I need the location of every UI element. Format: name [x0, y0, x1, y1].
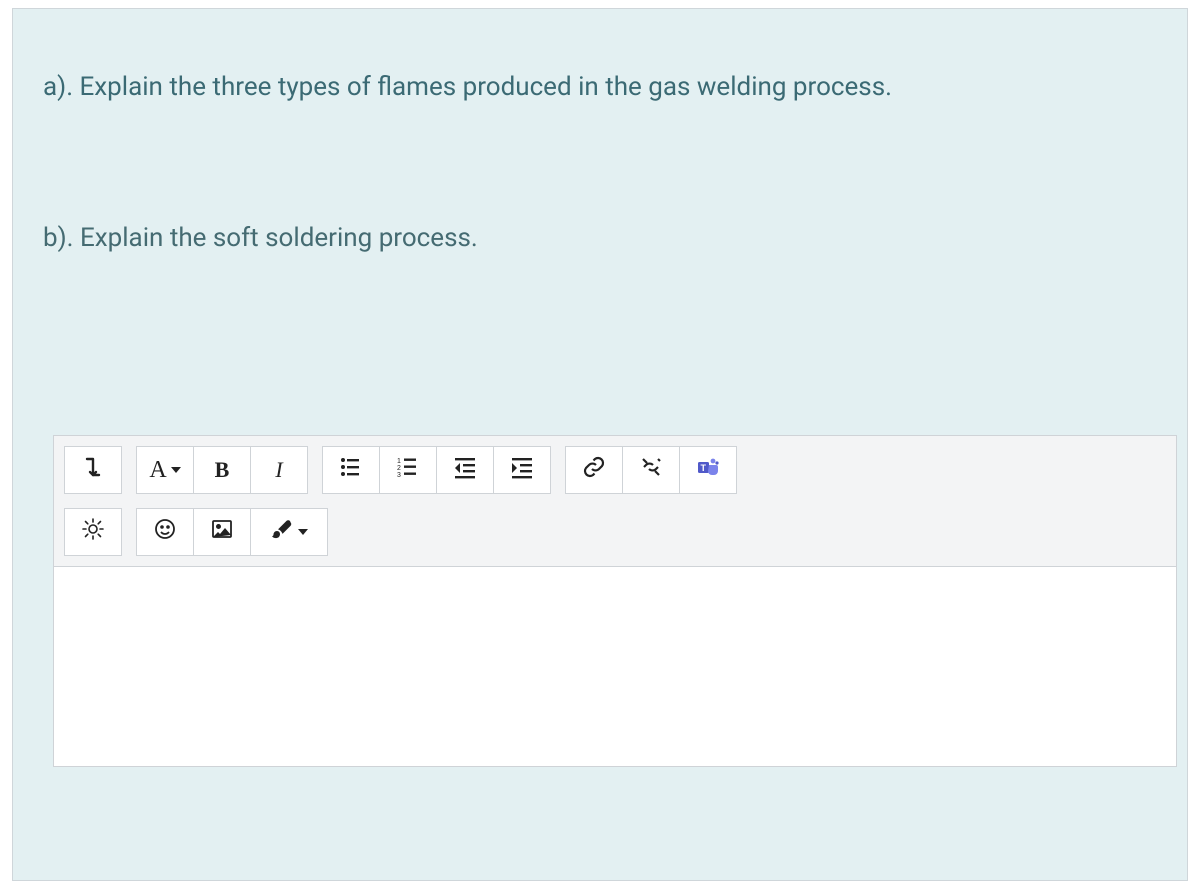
toolbar-row-1: A B I — [64, 446, 1166, 494]
image-icon — [210, 517, 234, 547]
number-list-button[interactable]: 1 2 3 — [379, 446, 437, 494]
font-color-label: A — [149, 457, 166, 484]
bold-button[interactable]: B — [193, 446, 251, 494]
link-icon — [582, 455, 606, 485]
font-color-button[interactable]: A — [136, 446, 194, 494]
expand-toolbar-button[interactable] — [64, 446, 122, 494]
teams-icon: T — [696, 455, 720, 485]
editor-content-area[interactable] — [53, 567, 1177, 767]
remove-link-button[interactable] — [622, 446, 680, 494]
editor-toolbar: A B I — [53, 435, 1177, 567]
teams-button[interactable]: T — [679, 446, 737, 494]
math-button[interactable] — [64, 508, 122, 556]
italic-label: I — [275, 457, 282, 483]
question-text-area: a). Explain the three types of flames pr… — [13, 9, 1187, 287]
bullet-list-icon — [339, 455, 363, 485]
question-a: a). Explain the three types of flames pr… — [43, 69, 1157, 105]
emoji-button[interactable] — [136, 508, 194, 556]
unlink-icon — [639, 455, 663, 485]
svg-text:T: T — [701, 463, 707, 473]
number-list-icon: 1 2 3 — [396, 455, 420, 485]
svg-text:1: 1 — [397, 458, 401, 465]
bold-label: B — [215, 457, 230, 483]
decrease-indent-button[interactable] — [436, 446, 494, 494]
italic-button[interactable]: I — [250, 446, 308, 494]
rich-text-editor: A B I — [53, 435, 1177, 767]
increase-indent-button[interactable] — [493, 446, 551, 494]
insert-image-button[interactable] — [193, 508, 251, 556]
brush-icon — [270, 517, 294, 547]
caret-down-icon — [171, 467, 181, 473]
outdent-icon — [453, 455, 477, 485]
caret-down-icon — [298, 529, 308, 535]
indent-icon — [510, 455, 534, 485]
toolbar-row-2 — [64, 508, 1166, 556]
smile-icon — [153, 517, 177, 547]
bullet-list-button[interactable] — [322, 446, 380, 494]
svg-text:3: 3 — [397, 472, 401, 479]
question-panel: a). Explain the three types of flames pr… — [12, 8, 1188, 881]
sun-icon — [81, 517, 105, 547]
insert-link-button[interactable] — [565, 446, 623, 494]
svg-text:2: 2 — [397, 465, 401, 472]
question-b: b). Explain the soft soldering process. — [43, 220, 1157, 256]
expand-icon — [81, 455, 105, 485]
draw-button[interactable] — [250, 508, 328, 556]
